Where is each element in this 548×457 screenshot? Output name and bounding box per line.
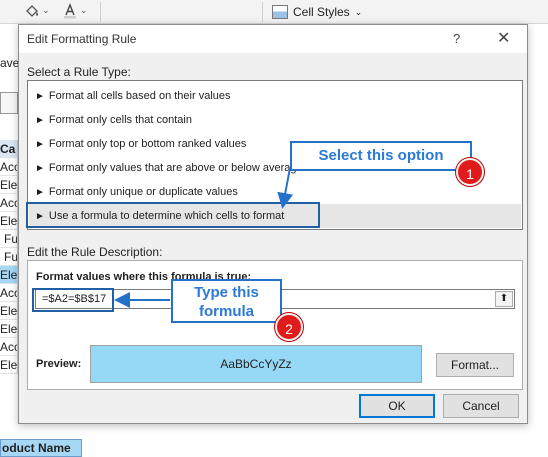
formula-highlight bbox=[32, 288, 114, 312]
chevron-down-icon[interactable]: ⌄ bbox=[42, 5, 50, 16]
format-button[interactable]: Format... bbox=[436, 353, 514, 377]
arrow-right-icon: ► bbox=[35, 115, 45, 126]
rule-type-label: Format only unique or duplicate values bbox=[48, 186, 238, 198]
rule-type-label: Format only top or bottom ranked values bbox=[48, 138, 247, 150]
sheet-cell[interactable]: Acc bbox=[0, 284, 18, 302]
format-preview: AaBbCcYyZz bbox=[90, 345, 422, 383]
preview-label: Preview: bbox=[36, 358, 82, 370]
rule-type-item[interactable]: ► Format only cells that contain bbox=[29, 108, 521, 132]
sheet-cell[interactable]: Fu bbox=[0, 230, 18, 248]
arrow-right-icon: ► bbox=[35, 163, 45, 174]
sheet-cell[interactable]: Ca bbox=[0, 140, 18, 158]
rule-type-label: Format only cells that contain bbox=[48, 114, 192, 126]
callout-line: Type this bbox=[194, 284, 259, 301]
sheet-cell[interactable]: Acc bbox=[0, 194, 18, 212]
step-badge-2: 2 bbox=[275, 313, 303, 341]
help-icon[interactable]: ? bbox=[453, 31, 460, 46]
callout-line: formula bbox=[198, 303, 254, 320]
formula-bar-fragment bbox=[0, 92, 18, 114]
dialog-titlebar[interactable]: Edit Formatting Rule ? ✕ bbox=[19, 25, 527, 53]
arrow-right-icon: ► bbox=[35, 187, 45, 198]
callout-select-option: Select this option bbox=[290, 141, 472, 171]
edit-description-label: Edit the Rule Description: bbox=[27, 245, 163, 259]
ribbon-divider bbox=[100, 2, 101, 22]
arrow-right-icon: ► bbox=[35, 91, 45, 102]
sheet-cell[interactable]: Elec bbox=[0, 302, 18, 320]
sheet-cell[interactable]: Elec bbox=[0, 212, 18, 230]
close-icon[interactable]: ✕ bbox=[497, 28, 510, 48]
selected-option-highlight bbox=[26, 202, 320, 228]
ok-button[interactable]: OK bbox=[359, 394, 435, 418]
paint-bucket-icon[interactable] bbox=[24, 3, 40, 21]
sheet-text-fragment: ave bbox=[0, 56, 18, 70]
ribbon-divider bbox=[262, 2, 263, 22]
chevron-down-icon[interactable]: ⌄ bbox=[80, 5, 88, 16]
cancel-button[interactable]: Cancel bbox=[443, 394, 519, 418]
rule-type-item[interactable]: ► Format only unique or duplicate values bbox=[29, 180, 521, 204]
rule-type-item[interactable]: ► Format all cells based on their values bbox=[29, 84, 521, 108]
sheet-left-edge: ave Ca Acc Elec Acc Elec Fu Fu Elec Acc … bbox=[0, 24, 18, 457]
sheet-cell[interactable]: Elec bbox=[0, 176, 18, 194]
sheet-cell[interactable]: Fu bbox=[0, 248, 18, 266]
rule-type-label: Format only values that are above or bel… bbox=[48, 162, 303, 174]
select-rule-type-label: Select a Rule Type: bbox=[27, 65, 131, 79]
cell-styles-label: Cell Styles bbox=[293, 5, 350, 19]
step-badge-1: 1 bbox=[456, 158, 484, 186]
cell-styles-button[interactable]: Cell Styles ⌄ bbox=[272, 2, 362, 22]
sheet-cell[interactable]: Elec bbox=[0, 266, 18, 284]
callout-type-formula: Type this formula bbox=[171, 279, 282, 323]
font-color-icon[interactable] bbox=[62, 3, 78, 21]
sheet-cell[interactable]: Elec bbox=[0, 320, 18, 338]
sheet-right-edge bbox=[528, 24, 548, 457]
arrow-right-icon: ► bbox=[35, 139, 45, 150]
rule-type-label: Format all cells based on their values bbox=[48, 90, 231, 102]
sheet-cell[interactable]: Acc bbox=[0, 338, 18, 356]
collapse-dialog-icon[interactable]: ⬆ bbox=[495, 291, 513, 307]
product-name-header-cell[interactable]: oduct Name bbox=[0, 439, 82, 457]
sheet-cell[interactable]: Acc bbox=[0, 158, 18, 176]
sheet-cell[interactable]: Elec bbox=[0, 356, 18, 374]
dialog-title: Edit Formatting Rule bbox=[27, 32, 137, 46]
excel-ribbon: ⌄ ⌄ Cell Styles ⌄ bbox=[0, 0, 548, 24]
chevron-down-icon: ⌄ bbox=[354, 6, 363, 17]
cell-styles-icon bbox=[272, 5, 288, 19]
